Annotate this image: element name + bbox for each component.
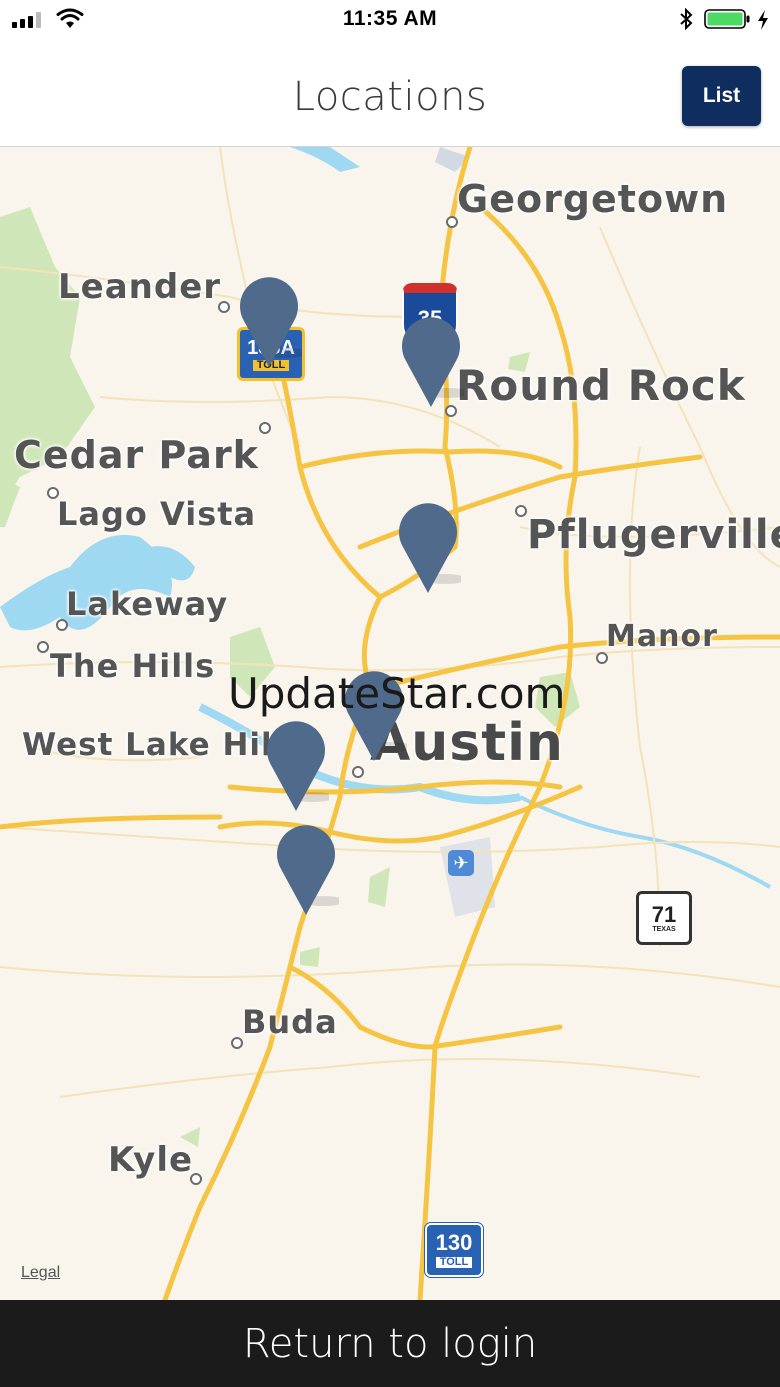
sh-71-shield: 71 TEXAS — [636, 891, 692, 945]
park-area — [368, 867, 390, 907]
city-label-lakeway: Lakeway — [66, 585, 229, 623]
park-area — [0, 477, 20, 527]
map-view[interactable]: Georgetown Leander Round Rock Cedar Park… — [0, 147, 780, 1300]
city-label-kyle: Kyle — [108, 1140, 194, 1180]
list-view-button[interactable]: List — [682, 66, 761, 126]
shield-number: 71 — [651, 901, 677, 927]
city-label-lago-vista: Lago Vista — [57, 495, 257, 533]
location-marker[interactable] — [238, 275, 302, 371]
charging-bolt-icon — [758, 10, 768, 30]
city-label-pflugerville: Pflugerville — [527, 512, 780, 558]
shield-number: 130 — [435, 1230, 473, 1255]
status-bar: 11:35 AM — [0, 0, 780, 40]
return-to-login-button[interactable]: Return to login — [0, 1300, 780, 1387]
legal-link[interactable]: Legal — [21, 1264, 60, 1282]
city-dot — [259, 422, 271, 434]
city-label-cedar-park: Cedar Park — [14, 433, 259, 477]
shield-state: TEXAS — [652, 925, 676, 933]
city-label-georgetown: Georgetown — [457, 177, 729, 221]
page-title: Locations — [292, 74, 488, 120]
toll-label: TOLL — [435, 1257, 473, 1268]
navigation-header: Locations List — [0, 40, 780, 147]
city-label-the-hills: The Hills — [50, 647, 216, 685]
airport-icon: ✈ — [448, 850, 474, 876]
city-label-leander: Leander — [58, 267, 222, 307]
city-dot — [515, 505, 527, 517]
city-dot — [37, 641, 49, 653]
sh-130-toll-shield: 130 TOLL — [424, 1222, 484, 1278]
watermark-text: UpdateStar.com — [228, 669, 566, 718]
city-label-buda: Buda — [242, 1003, 338, 1041]
bluetooth-icon — [680, 8, 693, 30]
park-area — [300, 947, 320, 967]
city-label-round-rock: Round Rock — [456, 361, 746, 410]
battery-icon — [704, 9, 750, 29]
location-marker[interactable] — [265, 719, 329, 815]
status-time: 11:35 AM — [342, 7, 438, 30]
location-marker[interactable] — [400, 315, 464, 411]
city-label-west-lake-hills: West Lake Hills — [22, 727, 304, 763]
location-marker[interactable] — [397, 501, 461, 597]
city-label-manor: Manor — [606, 619, 718, 654]
location-marker[interactable] — [275, 823, 339, 919]
city-dot — [352, 766, 364, 778]
